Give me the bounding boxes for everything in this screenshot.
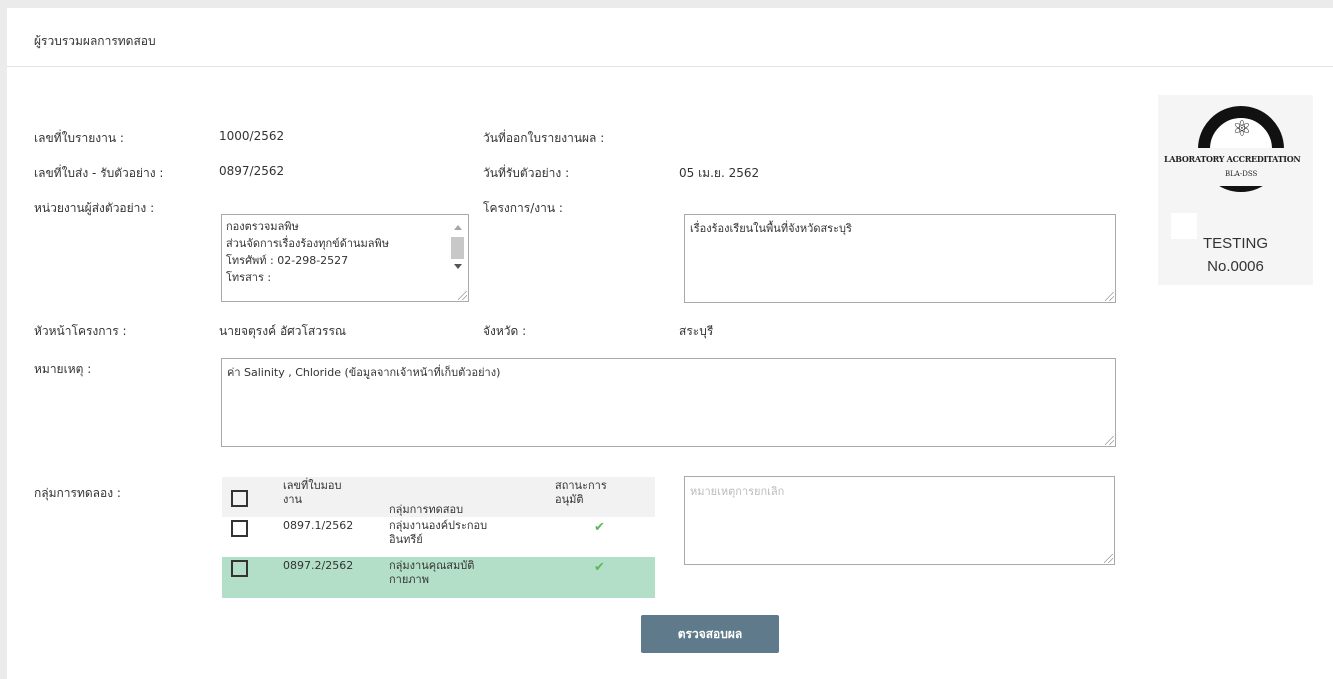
resize-handle-icon[interactable] [1104, 554, 1113, 563]
check-result-button[interactable]: ตรวจสอบผล [641, 615, 779, 653]
sender-unit-line: โทรสาร : [226, 271, 272, 284]
resize-handle-icon[interactable] [458, 291, 467, 300]
scrollbar-thumb[interactable] [451, 237, 464, 259]
sender-unit-line: ส่วนจัดการเรื่องร้องทุกข์ด้านมลพิษ [226, 237, 390, 250]
project-textarea[interactable]: เรื่องร้องเรียนในพื้นที่จังหวัดสระบุริ [684, 214, 1116, 303]
header-approval-status: สถานะการ อนุมัติ [555, 479, 607, 506]
atom-icon: ⚛ [1232, 117, 1252, 142]
logo-number-text: No.0006 [1207, 258, 1264, 275]
scroll-up-arrow-icon[interactable] [454, 225, 462, 230]
result-panel: ผู้รวบรวมผลการทดสอบ เลขที่ใบรายงาน : 100… [7, 8, 1333, 679]
row-checkbox[interactable] [231, 520, 248, 537]
cancel-remark-placeholder: หมายเหตุการยกเลิก [690, 485, 785, 498]
issue-date-label: วันที่ออกใบรายงานผล : [483, 131, 605, 145]
logo-accreditation-text: LABORATORY ACCREDITATION [1164, 154, 1301, 164]
province-value: สระบุรี [679, 324, 714, 338]
resize-handle-icon[interactable] [1105, 436, 1114, 445]
test-group-label: กลุ่มการทดลอง : [34, 486, 121, 500]
sender-unit-label: หน่วยงานผู้ส่งตัวอย่าง : [34, 201, 155, 215]
approved-check-icon: ✔ [594, 520, 605, 535]
cancel-remark-textarea[interactable]: หมายเหตุการยกเลิก [684, 476, 1115, 565]
select-all-checkbox[interactable] [231, 490, 248, 507]
accreditation-logo: ⚛ LABORATORY ACCREDITATION BLA-DSS TESTI… [1158, 95, 1313, 285]
report-no-label: เลขที่ใบรายงาน : [34, 131, 124, 145]
panel-heading: ผู้รวบรวมผลการทดสอบ [7, 8, 1333, 67]
head-label: หัวหน้าโครงการ : [34, 324, 127, 338]
textarea-scrollbar[interactable] [451, 217, 464, 301]
received-date-value: 05 เม.ย. 2562 [679, 166, 760, 180]
remark-label: หมายเหตุ : [34, 362, 92, 376]
sending-no-value: 0897/2562 [219, 164, 285, 178]
project-label: โครงการ/งาน : [483, 201, 563, 215]
sender-unit-line: โทรศัพท์ : 02-298-2527 [226, 254, 349, 267]
project-value: เรื่องร้องเรียนในพื้นที่จังหวัดสระบุริ [690, 222, 852, 235]
head-value: นายจตุรงค์ อัศวโสวรรณ [219, 324, 347, 338]
header-assign-no: เลขที่ใบมอบ งาน [283, 479, 342, 506]
scroll-down-arrow-icon[interactable] [454, 264, 462, 269]
row-assign-no: 0897.2/2562 [283, 559, 354, 572]
panel-title: ผู้รวบรวมผลการทดสอบ [34, 34, 156, 48]
approved-check-icon: ✔ [594, 560, 605, 575]
report-no-value: 1000/2562 [219, 129, 285, 143]
received-date-label: วันที่รับตัวอย่าง : [483, 166, 570, 180]
sending-no-label: เลขที่ใบส่ง - รับตัวอย่าง : [34, 166, 164, 180]
logo-testing-text: TESTING [1202, 235, 1268, 252]
remark-textarea[interactable]: ค่า Salinity , Chloride (ข้อมูลจากเจ้าหน… [221, 358, 1116, 447]
row-checkbox[interactable] [231, 560, 248, 577]
province-label: จังหวัด : [483, 324, 527, 338]
row-test-group: กลุ่มงานองค์ประกอบ อินทรีย์ [389, 519, 488, 546]
row-assign-no: 0897.1/2562 [283, 519, 354, 532]
sender-unit-textarea[interactable]: กองตรวจมลพิษ ส่วนจัดการเรื่องร้องทุกข์ด้… [221, 214, 469, 302]
header-test-group: กลุ่มการทดสอบ [389, 503, 464, 516]
remark-value: ค่า Salinity , Chloride (ข้อมูลจากเจ้าหน… [227, 366, 501, 379]
logo-code-text: BLA-DSS [1225, 170, 1258, 178]
row-test-group: กลุ่มงานคุณสมบัติ กายภาพ [389, 559, 475, 586]
sender-unit-line: กองตรวจมลพิษ [226, 220, 299, 233]
resize-handle-icon[interactable] [1105, 292, 1114, 301]
